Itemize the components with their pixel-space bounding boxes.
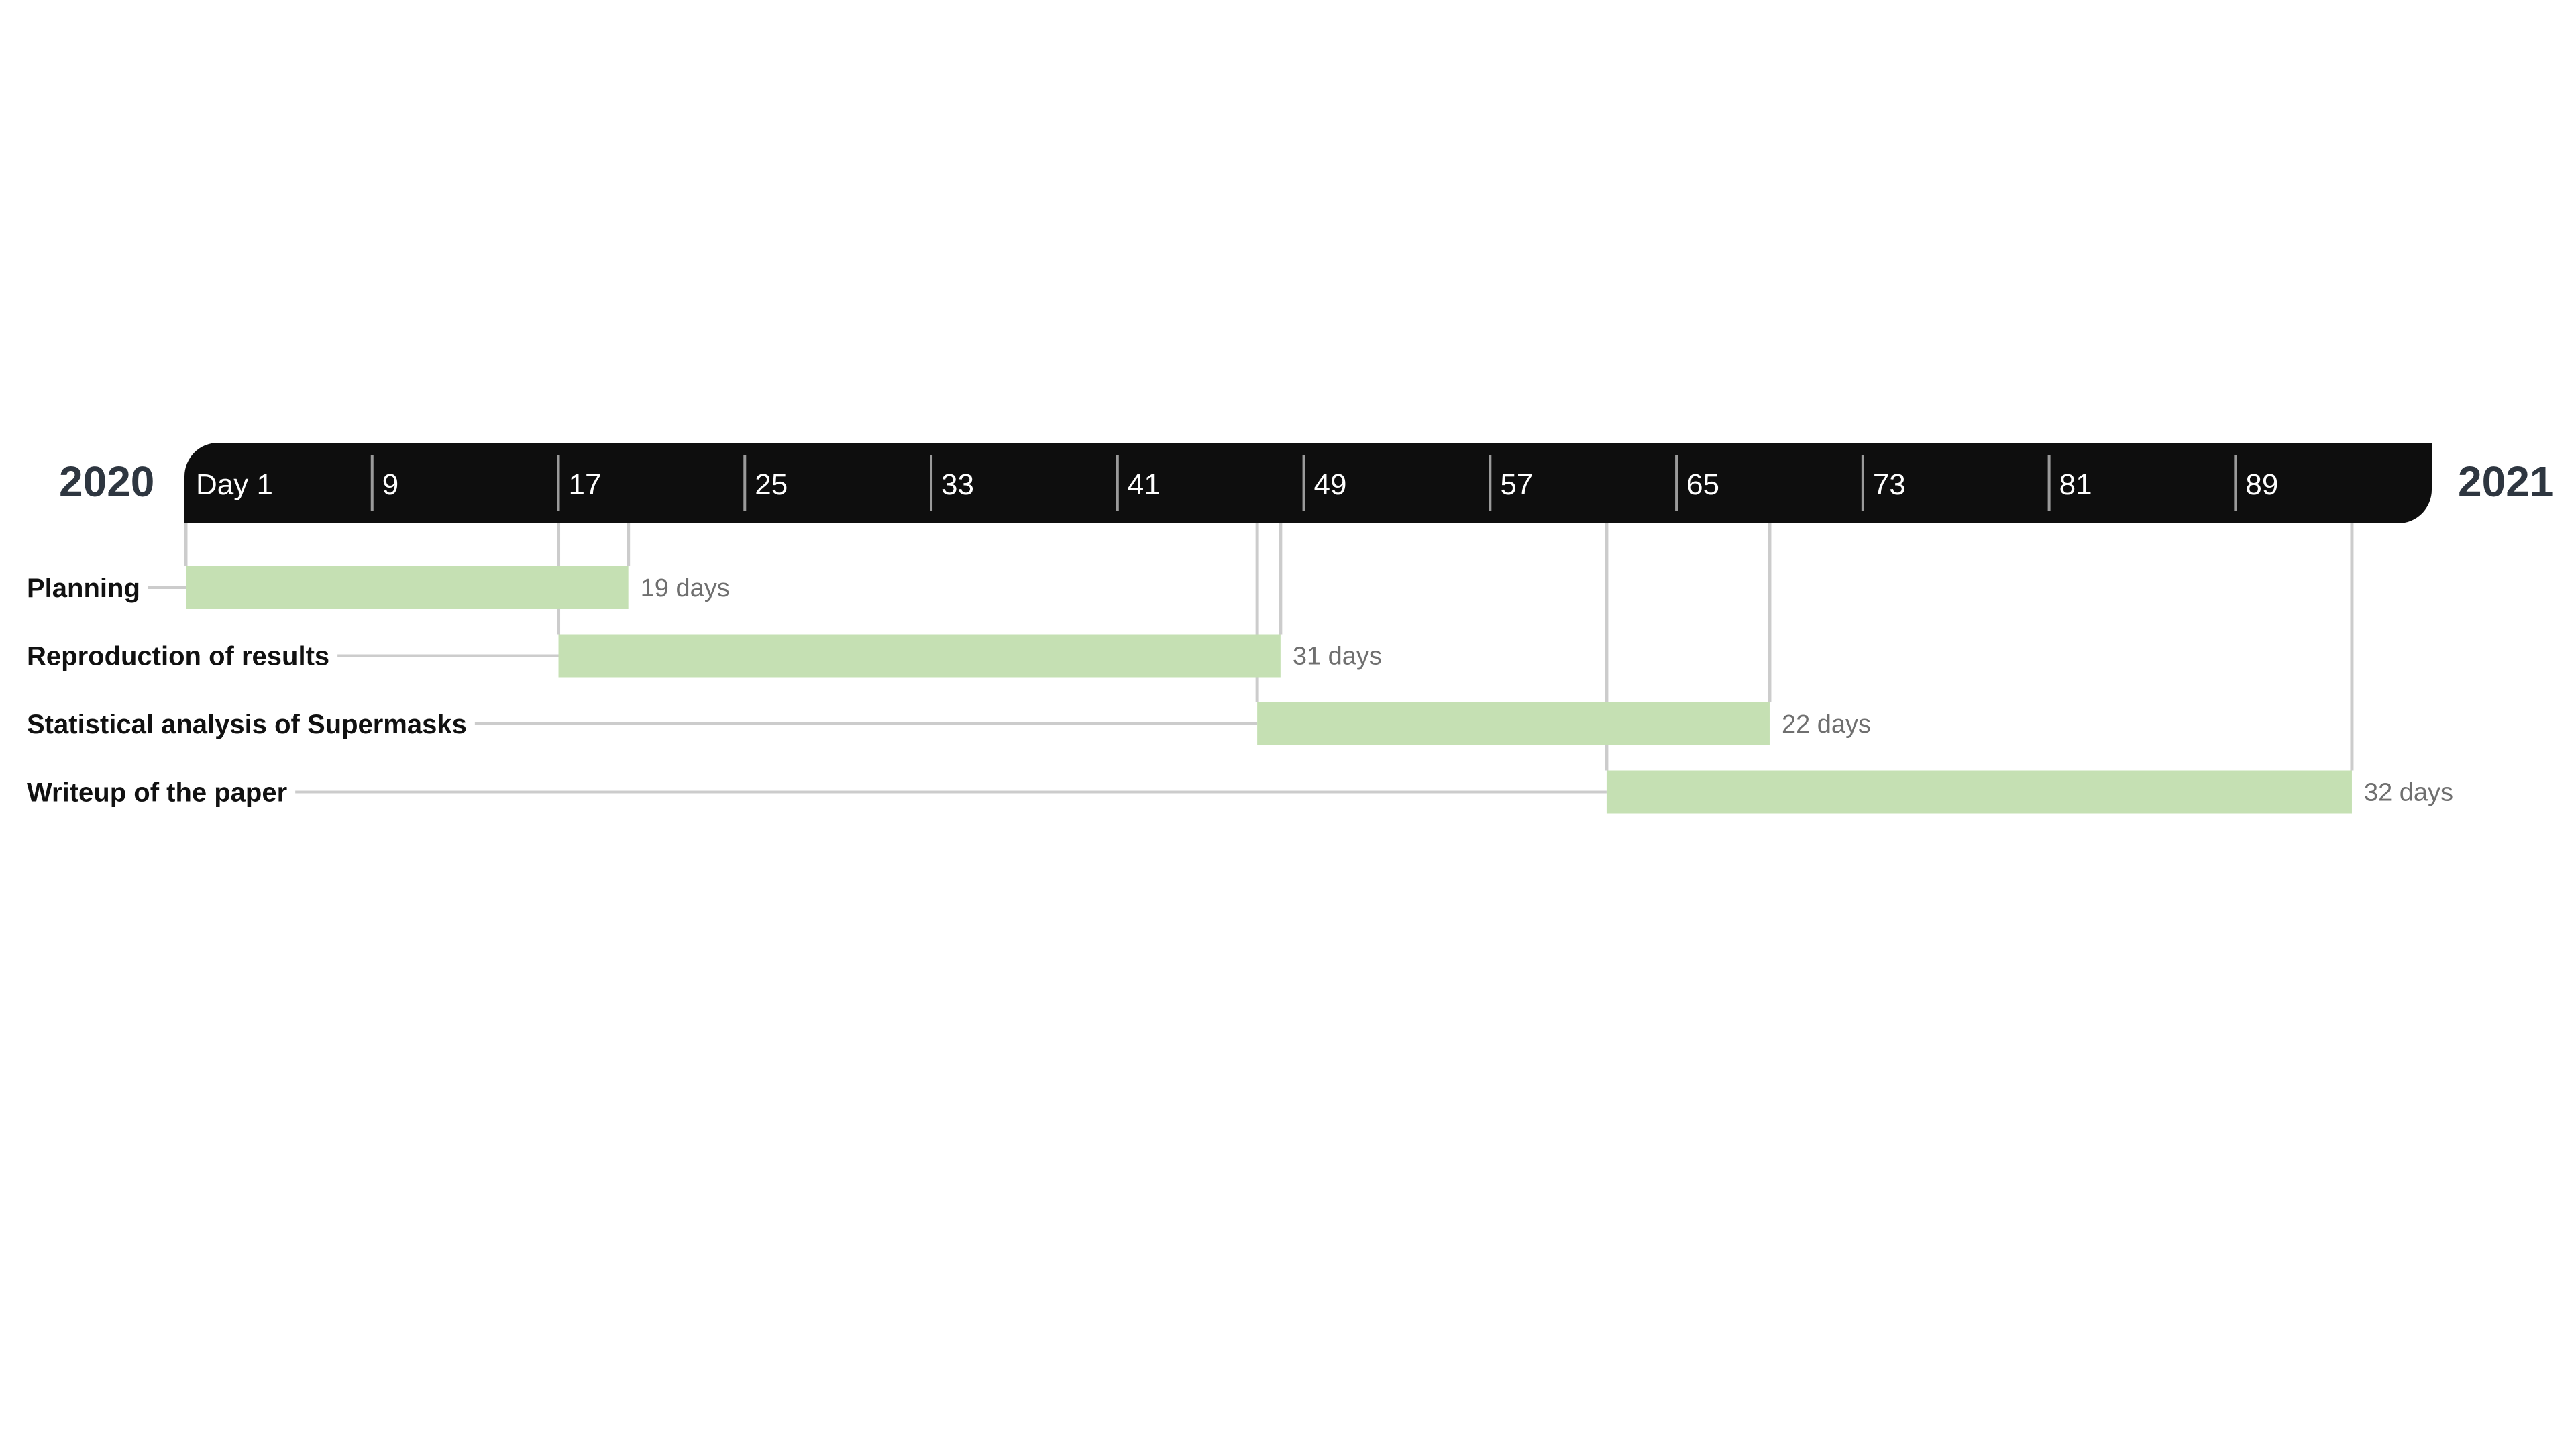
task-bar (186, 566, 629, 609)
duration-label: 31 days (1293, 643, 1382, 671)
end-year-label: 2021 (2458, 458, 2553, 506)
duration-label: 32 days (2364, 779, 2453, 807)
task-bar (1606, 770, 2352, 814)
tick-label: 41 (1128, 468, 1161, 501)
task-label: Writeup of the paper (27, 778, 287, 808)
timeline-header (184, 443, 2432, 523)
task-label: Statistical analysis of Supermasks (27, 710, 467, 739)
tick-label: 81 (2059, 468, 2092, 501)
task-rows: Planning 19 days Reproduction of results 31… (27, 566, 2453, 814)
duration-label: 22 days (1782, 710, 1871, 739)
tick-label: 9 (382, 468, 398, 501)
tick-label: 49 (1314, 468, 1347, 501)
tick-label: 73 (1873, 468, 1906, 501)
task-label: Planning (27, 574, 140, 603)
tick-label: 65 (1686, 468, 1719, 501)
tick-label: Day 1 (196, 468, 273, 501)
gantt-chart: Day 1 9 17 25 33 41 49 57 65 73 81 89 2020 2021 Pla… (27, 443, 2553, 814)
tick-label: 57 (1500, 468, 1533, 501)
tick-label: 25 (755, 468, 788, 501)
tick-label: 33 (941, 468, 974, 501)
tick-label: 89 (2245, 468, 2278, 501)
task-label: Reproduction of results (27, 642, 329, 672)
duration-label: 19 days (641, 574, 730, 602)
task-bar (1257, 702, 1770, 745)
task-bar (558, 634, 1281, 678)
start-year-label: 2020 (59, 458, 154, 506)
tick-label: 17 (569, 468, 602, 501)
